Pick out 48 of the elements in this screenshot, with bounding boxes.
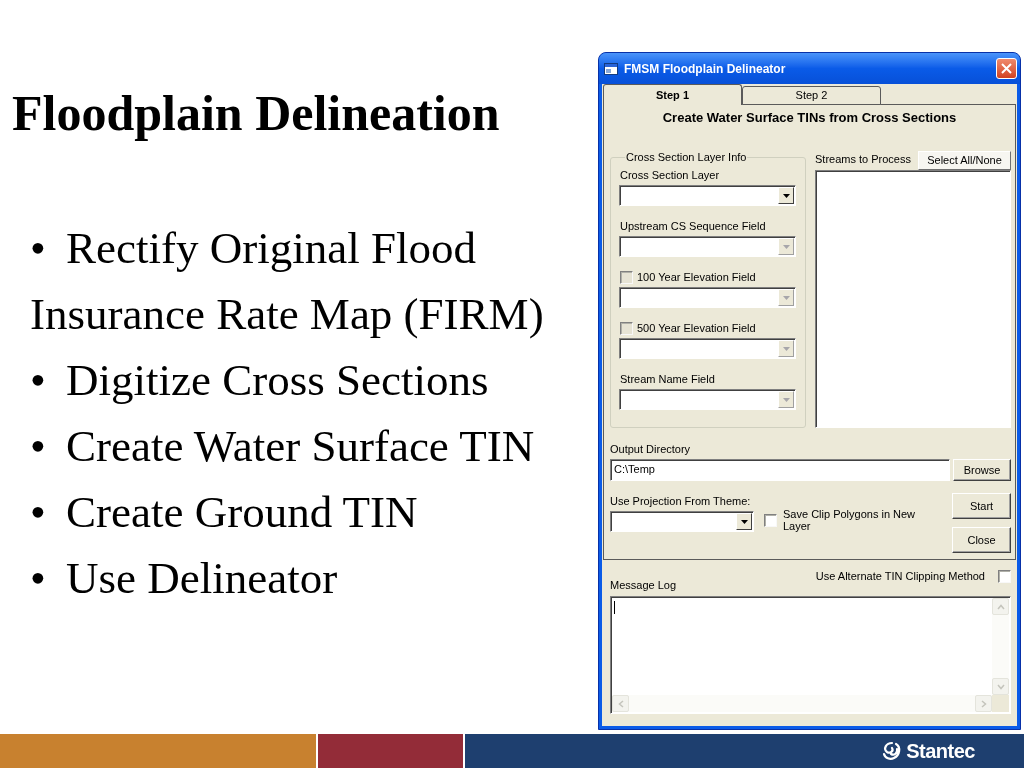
field-label: Cross Section Layer	[620, 169, 720, 182]
bullet-item: • Digitize Cross Sections	[30, 354, 489, 407]
text-cursor	[614, 601, 615, 614]
close-icon	[1001, 63, 1012, 74]
tab[interactable]: Step 1	[603, 84, 742, 105]
field-label: Stream Name Field	[620, 373, 715, 386]
bullet-item: • Use Delineator	[30, 552, 338, 605]
dropdown-field[interactable]	[619, 185, 796, 206]
tab[interactable]: Step 2	[742, 86, 881, 105]
field-label: Use Projection From Theme:	[610, 495, 751, 508]
browse-button[interactable]: Browse	[953, 459, 1011, 481]
scrollbar-corner	[992, 695, 1009, 712]
list-label: Streams to Process	[815, 153, 911, 166]
bullet-item: • Create Water Surface TIN	[30, 420, 535, 473]
dropdown-field[interactable]	[619, 287, 796, 308]
swirl-logo-icon	[882, 741, 903, 761]
chevron-right-icon	[979, 699, 988, 708]
logo-text: Stantec	[906, 741, 975, 761]
chevron-up-icon	[996, 602, 1005, 611]
field-label: Upstream CS Sequence Field	[620, 220, 766, 233]
field-label: Output Directory	[610, 443, 691, 456]
bullet-item: • Create Ground TIN	[30, 486, 418, 539]
dialog-heading: Create Water Surface TINs from Cross Sections	[662, 110, 957, 126]
bullet-item: • Rectify Original Flood Insurance Rate Map (FIRM)	[30, 222, 545, 341]
text-field[interactable]: C:\Temp	[610, 459, 950, 481]
select-all-button[interactable]: Select All/None	[918, 151, 1011, 170]
group-box-title: Cross Section Layer Info	[625, 151, 748, 164]
checkbox-label: Use Alternate TIN Clipping Method	[815, 570, 985, 583]
dialog-button[interactable]: Start	[952, 493, 1011, 519]
chevron-left-icon	[616, 699, 625, 708]
dialog-button[interactable]: Close	[952, 527, 1011, 553]
dropdown-field[interactable]	[619, 236, 796, 257]
dropdown-field[interactable]	[619, 389, 796, 410]
checkbox-label: 500 Year Elevation Field	[637, 322, 756, 335]
dropdown-field[interactable]	[610, 511, 754, 532]
field-label: Message Log	[610, 579, 677, 592]
dropdown-field[interactable]	[619, 338, 796, 359]
chevron-down-icon	[996, 682, 1005, 691]
message-log-field[interactable]	[610, 596, 1011, 714]
checkbox-label: 100 Year Elevation Field	[637, 271, 756, 284]
checkbox[interactable]	[764, 513, 777, 527]
window-icon	[604, 62, 618, 75]
close-button[interactable]	[996, 58, 1017, 79]
checkbox[interactable]	[998, 570, 1011, 583]
dropdown-button[interactable]	[736, 513, 752, 530]
checkbox-label: Save Clip Polygons in New Layer	[783, 508, 917, 532]
dropdown-button[interactable]	[778, 187, 794, 204]
window-title: FMSM Floodplain Delineator	[624, 60, 786, 78]
